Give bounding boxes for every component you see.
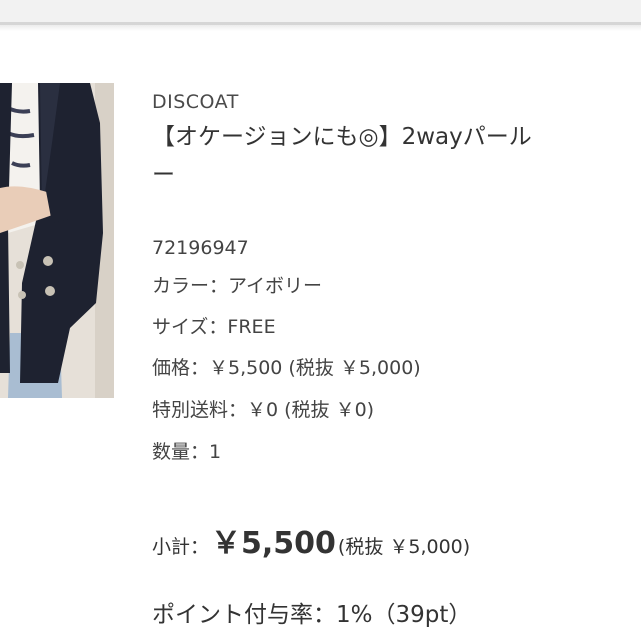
top-bar bbox=[0, 0, 641, 22]
brand-name[interactable]: DISCOAT bbox=[152, 91, 239, 113]
subtotal-amount: ￥5,500 bbox=[211, 526, 336, 561]
shipping-text: 特別送料：￥0 (税抜 ￥0) bbox=[152, 399, 375, 421]
product-photo-illustration bbox=[0, 83, 114, 398]
subtotal-label: 小計： bbox=[152, 536, 210, 558]
top-bar-shadow bbox=[0, 25, 641, 31]
size-option: サイズ：FREE bbox=[152, 316, 276, 338]
subtotal: 小計：￥5,500 (税抜 ￥5,000) bbox=[152, 518, 470, 562]
price-text: 価格：￥5,500 (税抜 ￥5,000) bbox=[152, 357, 421, 379]
product-title-line2[interactable]: ー bbox=[152, 156, 641, 194]
subtotal-tax: (税抜 ￥5,000) bbox=[337, 536, 471, 558]
product-title-line1[interactable]: 【オケージョンにも◎】2wayパール bbox=[152, 124, 532, 150]
product-title[interactable]: 【オケージョンにも◎】2wayパール ー bbox=[152, 118, 641, 194]
quantity-text: 数量：1 bbox=[152, 441, 222, 463]
item-number: 72196947 bbox=[152, 237, 249, 259]
color-option: カラー：アイボリー bbox=[152, 275, 323, 297]
point-rate: ポイント付与率：1%（39pt） bbox=[152, 602, 472, 628]
product-image[interactable] bbox=[0, 83, 114, 398]
